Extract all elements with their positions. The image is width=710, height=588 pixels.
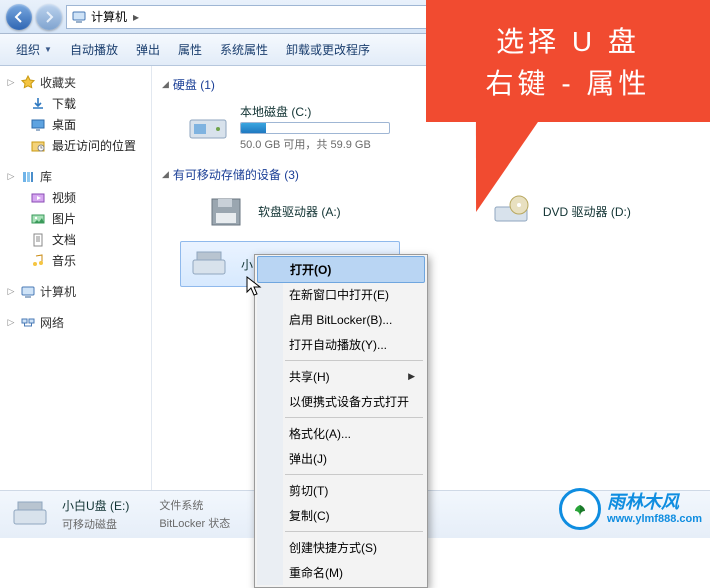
floppy-icon (204, 193, 248, 229)
ctx-portable[interactable]: 以便携式设备方式打开 (257, 389, 425, 414)
main-pane: ◢ 硬盘 (1) 本地磁盘 (C:) 50.0 GB 可用，共 59.9 GB … (152, 66, 710, 490)
documents-icon (30, 232, 46, 248)
watermark-logo: 雨林木风 www.ylmf888.com (559, 488, 702, 530)
sidebar-item-downloads[interactable]: 下载 (2, 93, 151, 114)
annotation-callout: 选择 U 盘 右键 - 属性 (426, 0, 710, 122)
status-bitlocker-label: BitLocker 状态 (159, 515, 230, 531)
collapse-icon: ◢ (162, 79, 169, 90)
watermark-url: www.ylmf888.com (607, 513, 702, 525)
toolbar-properties[interactable]: 属性 (170, 37, 210, 62)
library-icon (20, 169, 36, 185)
toolbar-uninstall[interactable]: 卸载或更改程序 (278, 37, 378, 62)
ctx-share[interactable]: 共享(H)▶ (257, 364, 425, 389)
star-icon (20, 75, 36, 91)
chevron-right-icon: ▷ (6, 286, 16, 297)
sidebar-item-computer[interactable]: ▷ 计算机 (2, 281, 151, 302)
removable-drive-icon (10, 498, 50, 532)
status-subtitle: 可移动磁盘 (62, 516, 129, 532)
hdd-icon (186, 110, 230, 146)
drive-name: DVD 驱动器 (D:) (543, 203, 631, 220)
pictures-icon (30, 211, 46, 227)
chevron-right-icon: ▷ (6, 317, 16, 328)
ctx-cut[interactable]: 剪切(T) (257, 478, 425, 503)
separator (285, 417, 423, 418)
status-fs-label: 文件系统 (159, 497, 230, 513)
toolbar-system-properties[interactable]: 系统属性 (212, 37, 276, 62)
computer-icon (71, 9, 87, 25)
sidebar-item-recent[interactable]: 最近访问的位置 (2, 135, 151, 156)
ctx-create-shortcut[interactable]: 创建快捷方式(S) (257, 535, 425, 560)
ctx-autoplay[interactable]: 打开自动播放(Y)... (257, 332, 425, 357)
submenu-arrow-icon: ▶ (408, 371, 415, 382)
chevron-down-icon: ▷ (6, 77, 16, 88)
ctx-open[interactable]: 打开(O) (257, 256, 425, 283)
ctx-format[interactable]: 格式化(A)... (257, 421, 425, 446)
sidebar-favorites-header[interactable]: ▷ 收藏夹 (2, 72, 151, 93)
sidebar-item-label: 文档 (52, 231, 76, 248)
music-icon (30, 253, 46, 269)
ctx-rename[interactable]: 重命名(M) (257, 560, 425, 585)
computer-icon (20, 284, 36, 300)
sidebar-item-label: 桌面 (52, 116, 76, 133)
category-removable[interactable]: ◢ 有可移动存储的设备 (3) (162, 166, 700, 183)
toolbar-eject[interactable]: 弹出 (128, 37, 168, 62)
callout-line2: 右键 - 属性 (486, 62, 651, 102)
recent-icon (30, 138, 46, 154)
removable-drive-icon (187, 246, 231, 282)
toolbar-autoplay[interactable]: 自动播放 (62, 37, 126, 62)
separator (285, 531, 423, 532)
logo-icon (559, 488, 601, 530)
sidebar-item-music[interactable]: 音乐 (2, 250, 151, 271)
video-icon (30, 190, 46, 206)
ctx-copy[interactable]: 复制(C) (257, 503, 425, 528)
sidebar-item-label: 最近访问的位置 (52, 137, 136, 154)
sidebar-item-label: 视频 (52, 189, 76, 206)
collapse-icon: ◢ (162, 169, 169, 180)
status-title: 小白U盘 (E:) (62, 497, 129, 514)
navigation-pane: ▷ 收藏夹 下载 桌面 最近访问的位置 ▷ 库 (0, 66, 152, 490)
drive-name: 本地磁盘 (C:) (240, 103, 390, 120)
sidebar-libraries-header[interactable]: ▷ 库 (2, 166, 151, 187)
ctx-open-new-window[interactable]: 在新窗口中打开(E) (257, 282, 425, 307)
drive-capacity-text: 50.0 GB 可用，共 59.9 GB (240, 136, 390, 152)
forward-button[interactable] (36, 4, 62, 30)
back-button[interactable] (6, 4, 32, 30)
ctx-eject[interactable]: 弹出(J) (257, 446, 425, 471)
drive-local-c[interactable]: 本地磁盘 (C:) 50.0 GB 可用，共 59.9 GB (180, 99, 440, 156)
watermark-name: 雨林木风 (607, 493, 702, 513)
drive-floppy-a[interactable]: 软盘驱动器 (A:) (198, 189, 435, 233)
drive-name: 软盘驱动器 (A:) (258, 203, 341, 220)
sidebar-item-pictures[interactable]: 图片 (2, 208, 151, 229)
sidebar-item-label: 图片 (52, 210, 76, 227)
sidebar-item-documents[interactable]: 文档 (2, 229, 151, 250)
capacity-bar (240, 122, 390, 134)
ctx-bitlocker[interactable]: 启用 BitLocker(B)... (257, 307, 425, 332)
network-icon (20, 315, 36, 331)
sidebar-item-label: 下载 (52, 95, 76, 112)
breadcrumb-separator: ▸ (131, 10, 141, 24)
chevron-down-icon: ▷ (6, 171, 16, 182)
downloads-icon (30, 96, 46, 112)
separator (285, 360, 423, 361)
breadcrumb-location: 计算机 (91, 8, 127, 25)
sidebar-item-label: 音乐 (52, 252, 76, 269)
desktop-icon (30, 117, 46, 133)
sidebar-item-network[interactable]: ▷ 网络 (2, 312, 151, 333)
toolbar-organize[interactable]: 组织▼ (8, 37, 60, 62)
callout-line1: 选择 U 盘 (496, 20, 640, 60)
sidebar-item-desktop[interactable]: 桌面 (2, 114, 151, 135)
separator (285, 474, 423, 475)
sidebar-item-videos[interactable]: 视频 (2, 187, 151, 208)
